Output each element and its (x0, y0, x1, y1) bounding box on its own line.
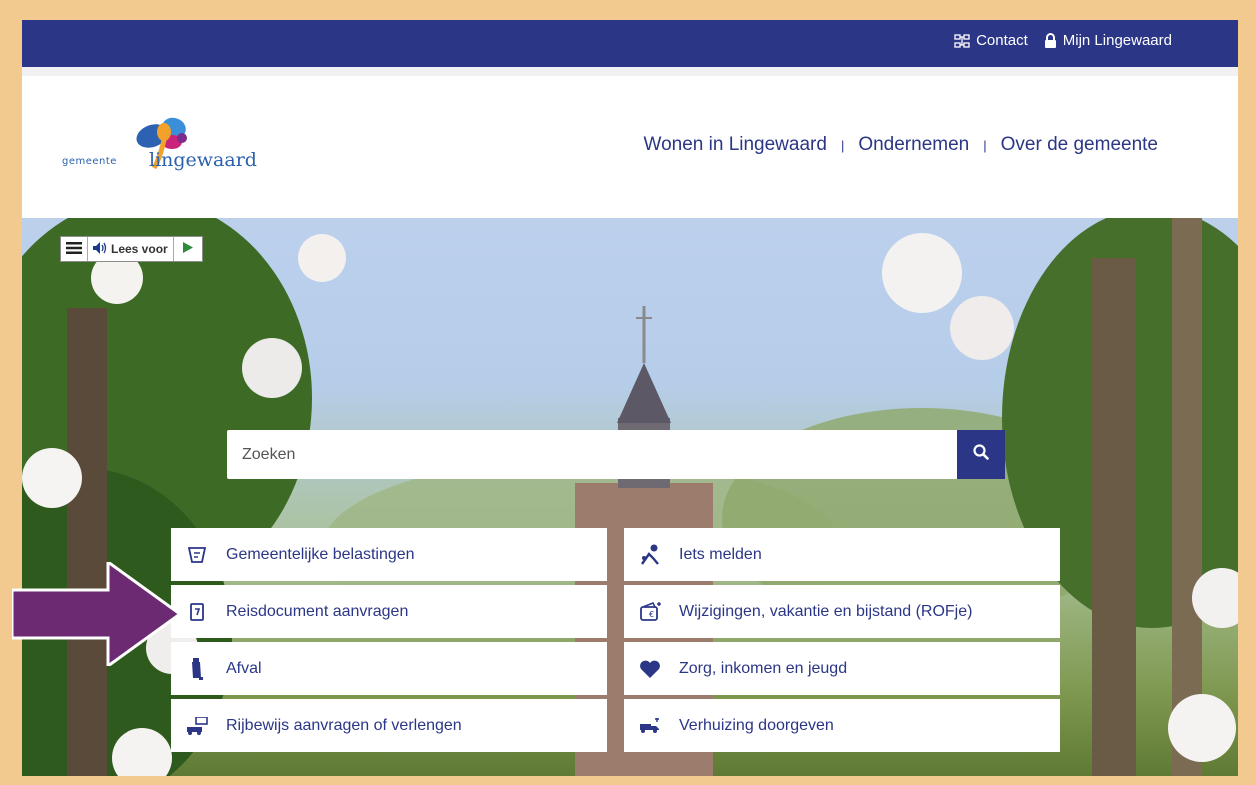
site-logo[interactable]: gemeente lingewaard (62, 114, 257, 184)
contact-link[interactable]: Contact (954, 32, 1028, 49)
wallet-euro-icon: € (630, 601, 670, 622)
logo-text-big: lingewaard (149, 149, 257, 171)
top-bar: Contact Mijn Lingewaard (22, 20, 1238, 67)
moving-truck-icon (630, 717, 670, 734)
tile-reisdocument-aanvragen[interactable]: Reisdocument aanvragen (171, 585, 607, 638)
tile-label: Iets melden (679, 545, 762, 563)
tile-label: Gemeentelijke belastingen (226, 545, 415, 563)
tile-label: Rijbewijs aanvragen of verlengen (226, 716, 462, 734)
main-navigation: Wonen in Lingewaard | Ondernemen | Over … (643, 134, 1158, 156)
svg-text:€: € (649, 610, 654, 619)
lock-icon (1044, 33, 1057, 48)
search-button[interactable] (957, 430, 1005, 479)
sitemap-icon (954, 33, 970, 48)
report-issue-icon (630, 544, 670, 566)
contact-label: Contact (976, 32, 1028, 49)
nav-ondernemen[interactable]: Ondernemen (858, 134, 969, 156)
tile-label: Wijzigingen, vakantie en bijstand (ROFje… (679, 602, 973, 620)
car-license-icon (177, 716, 217, 735)
tile-label: Zorg, inkomen en jeugd (679, 659, 848, 677)
nav-wonen[interactable]: Wonen in Lingewaard (643, 134, 826, 156)
heart-icon (630, 660, 670, 678)
tile-afval[interactable]: Afval (171, 642, 607, 695)
nav-separator: | (840, 137, 845, 153)
logo-text-small: gemeente (62, 156, 117, 167)
tile-label: Reisdocument aanvragen (226, 602, 409, 620)
lees-voor-label: Lees voor (111, 242, 168, 256)
top-links: Contact Mijn Lingewaard (954, 32, 1172, 49)
site-header: gemeente lingewaard Wonen in Lingewaard … (22, 76, 1238, 218)
search-icon (973, 444, 989, 465)
hero-section: Lees voor Gemeentelijke belastinge (22, 218, 1238, 776)
search-bar (227, 430, 1005, 479)
quick-links: Gemeentelijke belastingen Iets melden Re… (171, 528, 1061, 776)
lees-voor-button[interactable]: Lees voor (88, 237, 174, 261)
tile-iets-melden[interactable]: Iets melden (624, 528, 1060, 581)
tile-verhuizing-doorgeven[interactable]: Verhuizing doorgeven (624, 699, 1060, 752)
passport-icon (177, 602, 217, 621)
tile-label: Verhuizing doorgeven (679, 716, 834, 734)
waste-bin-icon (177, 657, 217, 680)
tax-form-icon (177, 546, 217, 564)
tile-zorg-inkomen-jeugd[interactable]: Zorg, inkomen en jeugd (624, 642, 1060, 695)
page-frame: Contact Mijn Lingewaard gemeente lingewa… (22, 20, 1238, 776)
arrow-right-icon (12, 562, 182, 666)
tile-gemeentelijke-belastingen[interactable]: Gemeentelijke belastingen (171, 528, 607, 581)
tile-rijbewijs-aanvragen[interactable]: Rijbewijs aanvragen of verlengen (171, 699, 607, 752)
search-input[interactable] (227, 430, 962, 479)
mijn-lingewaard-link[interactable]: Mijn Lingewaard (1044, 32, 1172, 49)
readspeaker-menu-button[interactable] (61, 237, 88, 261)
play-button[interactable] (174, 237, 202, 261)
hamburger-menu-icon (66, 241, 82, 257)
nav-separator: | (983, 137, 987, 153)
speaker-icon (93, 241, 107, 257)
tile-label: Afval (226, 659, 262, 677)
account-label: Mijn Lingewaard (1062, 32, 1172, 49)
nav-over-de-gemeente[interactable]: Over de gemeente (1001, 134, 1158, 156)
readspeaker-toolbar: Lees voor (60, 236, 203, 262)
header-strip (22, 67, 1238, 76)
play-icon (182, 242, 193, 256)
tile-wijzigingen-vakantie-bijstand[interactable]: € Wijzigingen, vakantie en bijstand (ROF… (624, 585, 1060, 638)
